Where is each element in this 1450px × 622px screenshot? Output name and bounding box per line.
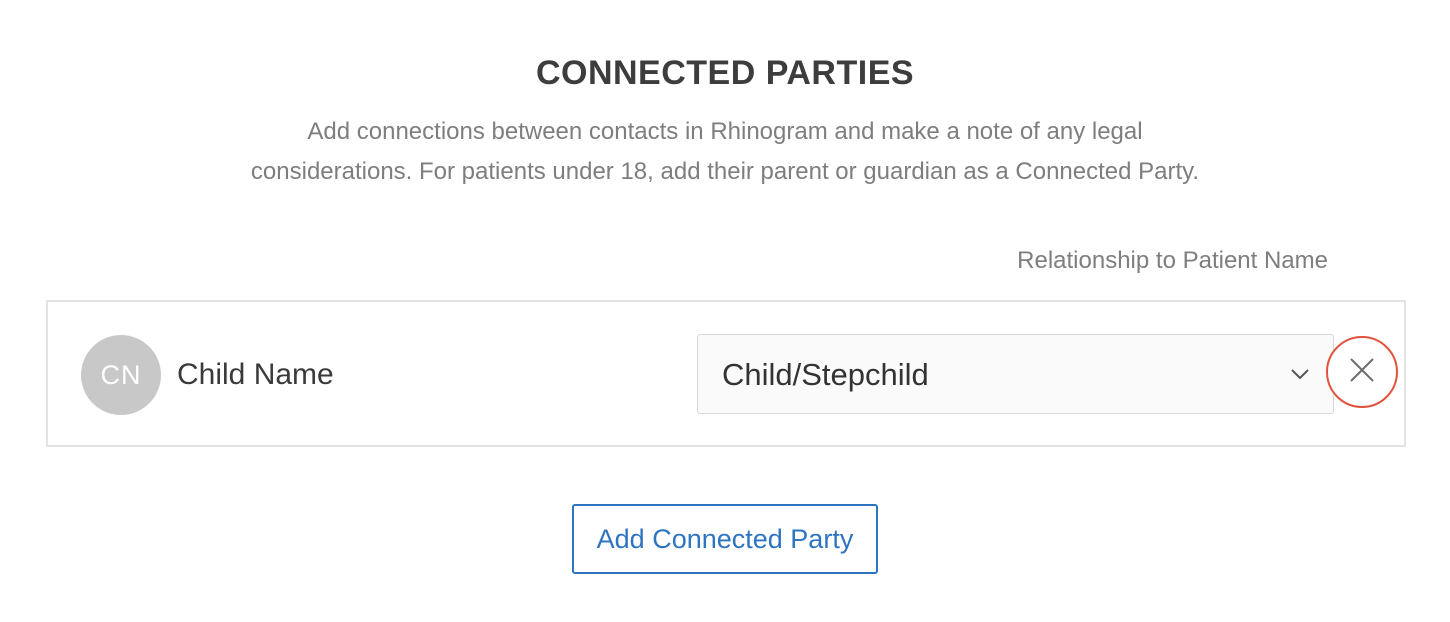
connected-parties-page: CONNECTED PARTIES Add connections betwee… — [0, 0, 1450, 622]
relationship-select-value: Child/Stepchild — [722, 357, 929, 392]
close-icon — [1349, 357, 1375, 388]
relationship-select[interactable]: Child/Stepchild — [697, 334, 1334, 414]
avatar: CN — [81, 335, 161, 415]
connected-party-row: CN Child Name Child/Stepchild — [46, 300, 1406, 447]
description-line-1: Add connections between contacts in Rhin… — [307, 118, 1143, 145]
section-description: Add connections between contacts in Rhin… — [175, 112, 1275, 192]
chevron-down-icon — [1289, 363, 1311, 385]
remove-connected-party-button[interactable] — [1326, 336, 1398, 408]
description-line-2: considerations. For patients under 18, a… — [250, 158, 1200, 185]
section-title: CONNECTED PARTIES — [535, 54, 915, 92]
add-connected-party-button[interactable]: Add Connected Party — [572, 504, 878, 574]
connected-party-name: Child Name — [177, 358, 334, 391]
relationship-column-header: Relationship to Patient Name — [1017, 247, 1328, 274]
